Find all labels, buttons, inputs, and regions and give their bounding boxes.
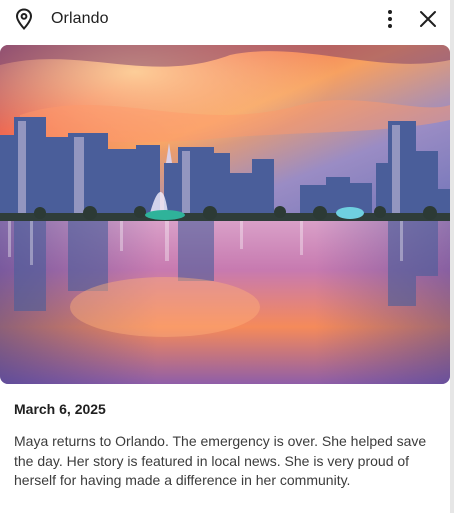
story-text: Maya returns to Orlando. The emergency i…: [14, 433, 427, 488]
entry-date: March 6, 2025: [14, 401, 106, 417]
panel-header: Orlando: [0, 0, 450, 38]
location-pin-icon: [15, 8, 33, 30]
skyline-photo: [0, 45, 450, 384]
close-icon: [420, 11, 436, 27]
story-panel: Orlando March 6, 2025 Maya returns to Or…: [0, 0, 454, 513]
more-options-button[interactable]: [378, 7, 402, 31]
more-vert-icon: [388, 10, 392, 28]
close-button[interactable]: [416, 7, 440, 31]
page-title: Orlando: [51, 10, 109, 27]
